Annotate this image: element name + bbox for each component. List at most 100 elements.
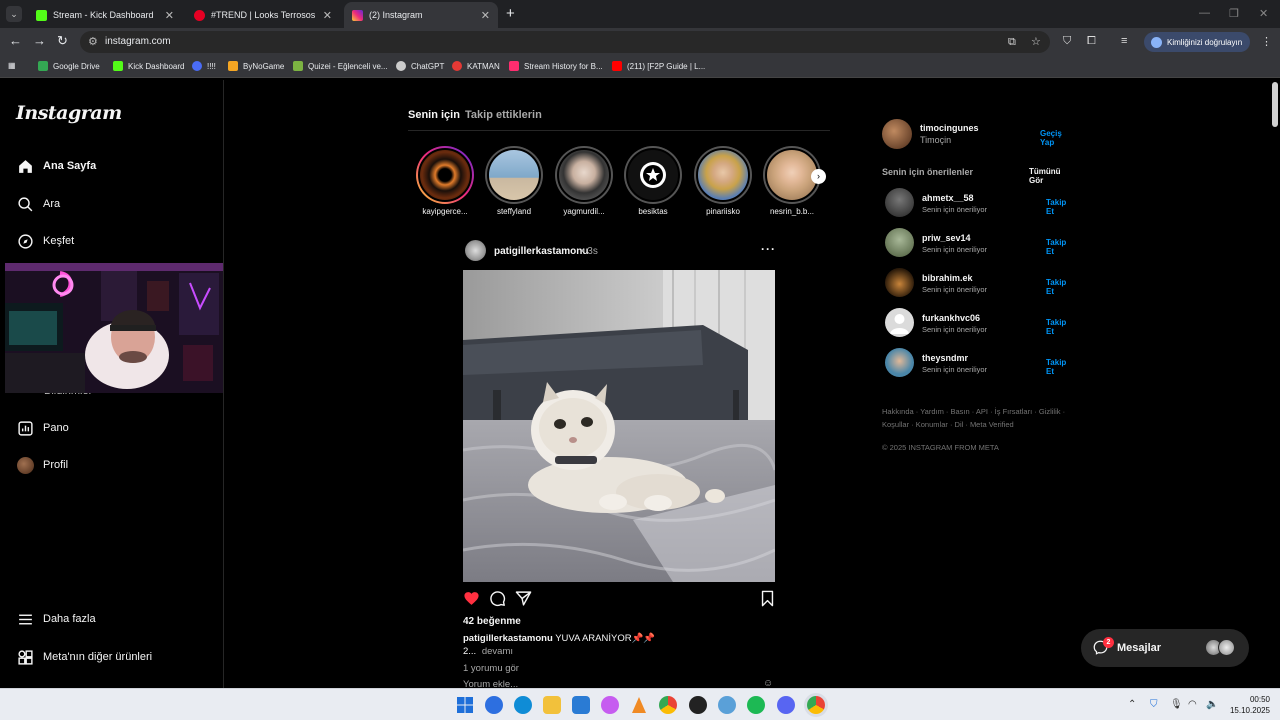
bookmark-bynogame[interactable]: ByNoGame	[228, 61, 284, 71]
reload-icon[interactable]: ↻	[57, 34, 68, 48]
story-item[interactable]: pinariisko	[694, 146, 752, 216]
nav-more[interactable]: Daha fazla	[16, 607, 96, 631]
follow-button[interactable]: Takip Et	[1046, 198, 1076, 216]
new-tab-button[interactable]: +	[506, 6, 515, 21]
suggestion-avatar[interactable]	[885, 268, 914, 297]
messages-button[interactable]: 2 Mesajlar	[1081, 629, 1249, 667]
chrome-active-icon[interactable]	[807, 696, 825, 714]
bookmark-kick-dashboard[interactable]: Kick Dashboard	[113, 61, 184, 71]
bookmark-youtube[interactable]: (211) [F2P Guide | L...	[612, 61, 705, 71]
switch-account-button[interactable]: Geçiş Yap	[1040, 129, 1076, 147]
instagram-logo[interactable]: Instagram	[16, 102, 122, 124]
app-icon[interactable]	[485, 696, 503, 714]
page-scrollbar[interactable]	[1270, 80, 1280, 688]
spotify-icon[interactable]	[747, 696, 765, 714]
share-icon[interactable]	[515, 590, 532, 610]
story-item[interactable]: steffyland	[485, 146, 543, 216]
more-options-icon[interactable]: ···	[761, 242, 776, 256]
minimize-icon[interactable]: —	[1199, 7, 1210, 19]
nav-dashboard[interactable]: Pano	[16, 416, 69, 440]
caption-username[interactable]: patigillerkastamonu	[463, 633, 553, 644]
tab-following[interactable]: Takip ettiklerin	[465, 109, 542, 121]
discord-icon[interactable]	[777, 696, 795, 714]
current-user-handle[interactable]: timocingunes	[920, 123, 979, 133]
like-count[interactable]: 42 beğenme	[463, 616, 521, 627]
bookmark-star-icon[interactable]: ☆	[1031, 35, 1041, 48]
suggestion-username[interactable]: bibrahim.ek	[922, 273, 973, 283]
copilot-icon[interactable]	[601, 696, 619, 714]
post-username[interactable]: patigillerkastamonu	[494, 246, 588, 257]
suggestion-username[interactable]: ahmetx__58	[922, 193, 974, 203]
suggestion-avatar[interactable]	[885, 348, 914, 377]
defender-icon[interactable]: ⛉	[1150, 699, 1158, 710]
edge-icon[interactable]	[514, 696, 532, 714]
apps-grid-icon[interactable]: ▦	[8, 61, 16, 70]
site-info-icon[interactable]: ⚙	[88, 35, 98, 48]
restore-icon[interactable]: ❐	[1229, 7, 1239, 20]
store-icon[interactable]	[572, 696, 590, 714]
app-icon[interactable]	[718, 696, 736, 714]
nav-meta-products[interactable]: Meta'nın diğer ürünleri	[16, 645, 152, 669]
follow-button[interactable]: Takip Et	[1046, 238, 1076, 256]
tab-search-button[interactable]: ⌄	[0, 0, 28, 28]
bookmark-stream-history[interactable]: Stream History for B...	[509, 61, 603, 71]
vlc-icon[interactable]	[630, 696, 648, 714]
volume-icon[interactable]: 🔈	[1206, 699, 1218, 710]
close-icon[interactable]: ✕	[165, 9, 174, 22]
tab-kick-dashboard[interactable]: Stream - Kick Dashboard ✕	[28, 2, 182, 28]
follow-button[interactable]: Takip Et	[1046, 318, 1076, 336]
nav-profile[interactable]: Profil	[16, 453, 68, 477]
chrome-icon[interactable]	[659, 696, 677, 714]
close-icon[interactable]: ✕	[323, 9, 332, 22]
install-app-icon[interactable]: ⧉	[1008, 36, 1016, 49]
file-explorer-icon[interactable]	[543, 696, 561, 714]
wifi-icon[interactable]: ◠	[1188, 699, 1197, 710]
back-icon[interactable]: ←	[9, 34, 22, 48]
suggestion-username[interactable]: furkankhvc06	[922, 313, 980, 323]
tray-chevron-icon[interactable]: ⌃	[1128, 699, 1136, 710]
follow-button[interactable]: Takip Et	[1046, 358, 1076, 376]
system-clock[interactable]: 00:50 15.10.2025	[1226, 694, 1270, 716]
current-user-avatar[interactable]	[882, 119, 912, 149]
nav-explore[interactable]: Keşfet	[16, 229, 74, 253]
story-item[interactable]: yagmurdil...	[555, 146, 613, 216]
extensions-icon[interactable]: ⧠	[1087, 35, 1096, 48]
tab-for-you[interactable]: Senin için	[408, 109, 460, 121]
profile-verify-button[interactable]: Kimliğinizi doğrulayın	[1144, 32, 1250, 52]
suggestion-username[interactable]: priw_sev14	[922, 233, 971, 243]
comment-icon[interactable]	[489, 590, 506, 610]
caption-more-link[interactable]: devamı	[482, 646, 513, 657]
story-item[interactable]: besiktas	[624, 146, 682, 216]
shield-icon[interactable]: ⛉	[1063, 35, 1071, 48]
suggestion-avatar[interactable]	[885, 188, 914, 217]
heart-filled-icon[interactable]	[463, 590, 480, 610]
bookmark-exclaim[interactable]: !!!!	[192, 61, 216, 71]
bookmark-google-drive[interactable]: Google Drive	[38, 61, 100, 71]
nav-search[interactable]: Ara	[16, 192, 60, 216]
story-item[interactable]: kayipgerce...	[416, 146, 474, 216]
close-icon[interactable]: ✕	[481, 9, 490, 22]
reading-list-icon[interactable]: ≡	[1121, 35, 1127, 47]
bookmark-chatgpt[interactable]: ChatGPT	[396, 61, 444, 71]
post-image[interactable]	[463, 270, 775, 582]
microphone-icon[interactable]: 🎙	[1170, 699, 1183, 710]
suggestion-username[interactable]: theysndmr	[922, 353, 968, 363]
footer-links[interactable]: Hakkında · Yardım · Basın · API · İş Fır…	[882, 405, 1076, 431]
tab-instagram[interactable]: (2) Instagram ✕	[344, 2, 498, 28]
tab-pinterest[interactable]: #TREND | Looks Terrosos para ✕	[186, 2, 340, 28]
close-window-icon[interactable]: ✕	[1259, 7, 1268, 20]
start-windows-icon[interactable]	[456, 696, 474, 714]
view-comments-link[interactable]: 1 yorumu gör	[463, 663, 519, 674]
chevron-right-icon[interactable]: ›	[811, 169, 826, 184]
forward-icon[interactable]: →	[33, 34, 46, 48]
see-all-link[interactable]: Tümünü Gör	[1029, 167, 1076, 185]
bookmark-katman[interactable]: KATMAN	[452, 61, 500, 71]
scrollbar-thumb[interactable]	[1272, 82, 1278, 127]
suggestion-avatar[interactable]	[885, 228, 914, 257]
menu-kebab-icon[interactable]: ⋮	[1261, 35, 1272, 48]
steam-icon[interactable]	[689, 696, 707, 714]
address-bar[interactable]: ⚙ instagram.com ⧉ ☆	[80, 31, 1050, 53]
post-avatar[interactable]	[465, 240, 486, 261]
nav-home[interactable]: Ana Sayfa	[16, 154, 96, 178]
suggestion-avatar[interactable]	[885, 308, 914, 337]
